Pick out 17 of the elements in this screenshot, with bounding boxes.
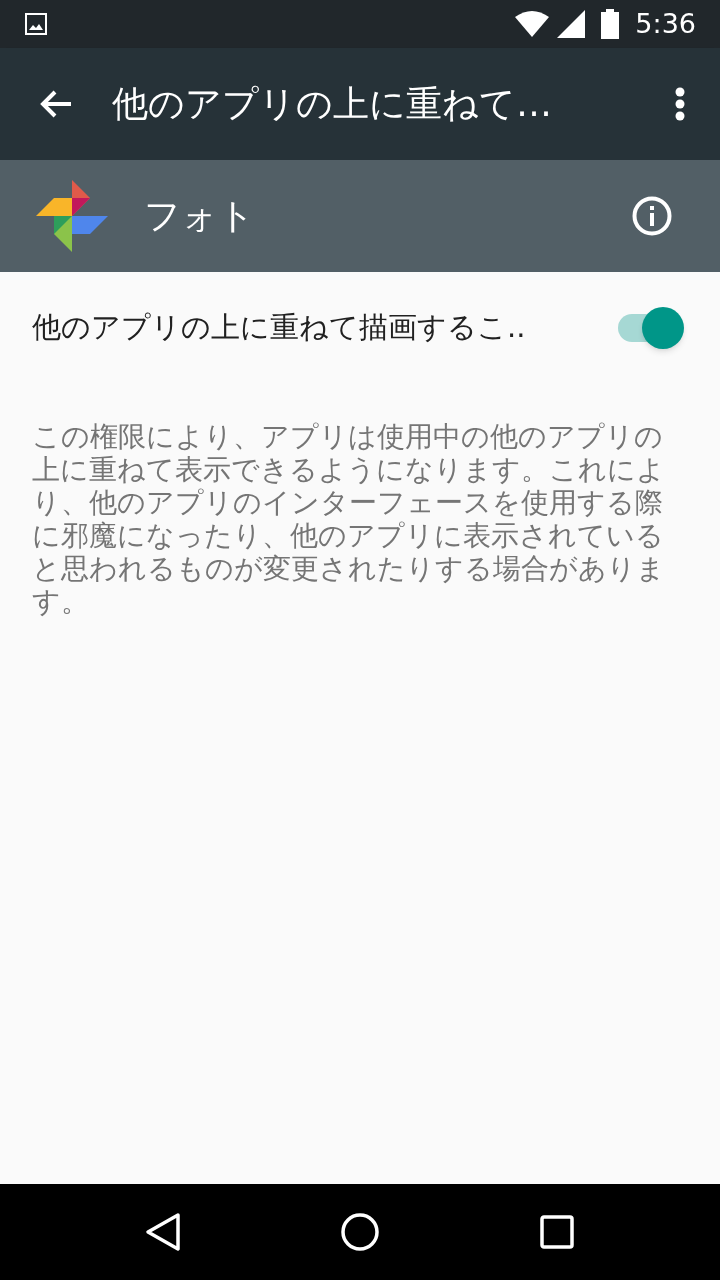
permission-description: この権限により、アプリは使用中の他のアプリの上に重ねて表示できるようになります。これにより、他のアプリのインターフェースを使用する際に邪魔になったり、他のアプリに表示されていると思われるものが変更されたりする場合があります。 <box>32 420 666 618</box>
info-icon <box>632 196 672 236</box>
back-icon <box>39 89 73 119</box>
setting-row[interactable]: 他のアプリの上に重ねて描画するこ.. <box>0 272 720 384</box>
square-icon <box>540 1215 575 1249</box>
clock: 5:36 <box>635 6 696 41</box>
circle-icon <box>340 1212 380 1252</box>
setting-label: 他のアプリの上に重ねて描画するこ.. <box>32 309 526 347</box>
wifi-icon <box>515 11 550 37</box>
more-icon <box>675 87 685 121</box>
app-bar-title: 他のアプリの上に重ねて… <box>112 82 552 126</box>
app-name: フォト <box>144 194 255 238</box>
signal-icon <box>557 10 586 38</box>
pinwheel-icon <box>36 180 108 252</box>
triangle-icon <box>144 1212 181 1252</box>
battery-icon <box>601 9 620 39</box>
image-icon <box>24 12 48 36</box>
